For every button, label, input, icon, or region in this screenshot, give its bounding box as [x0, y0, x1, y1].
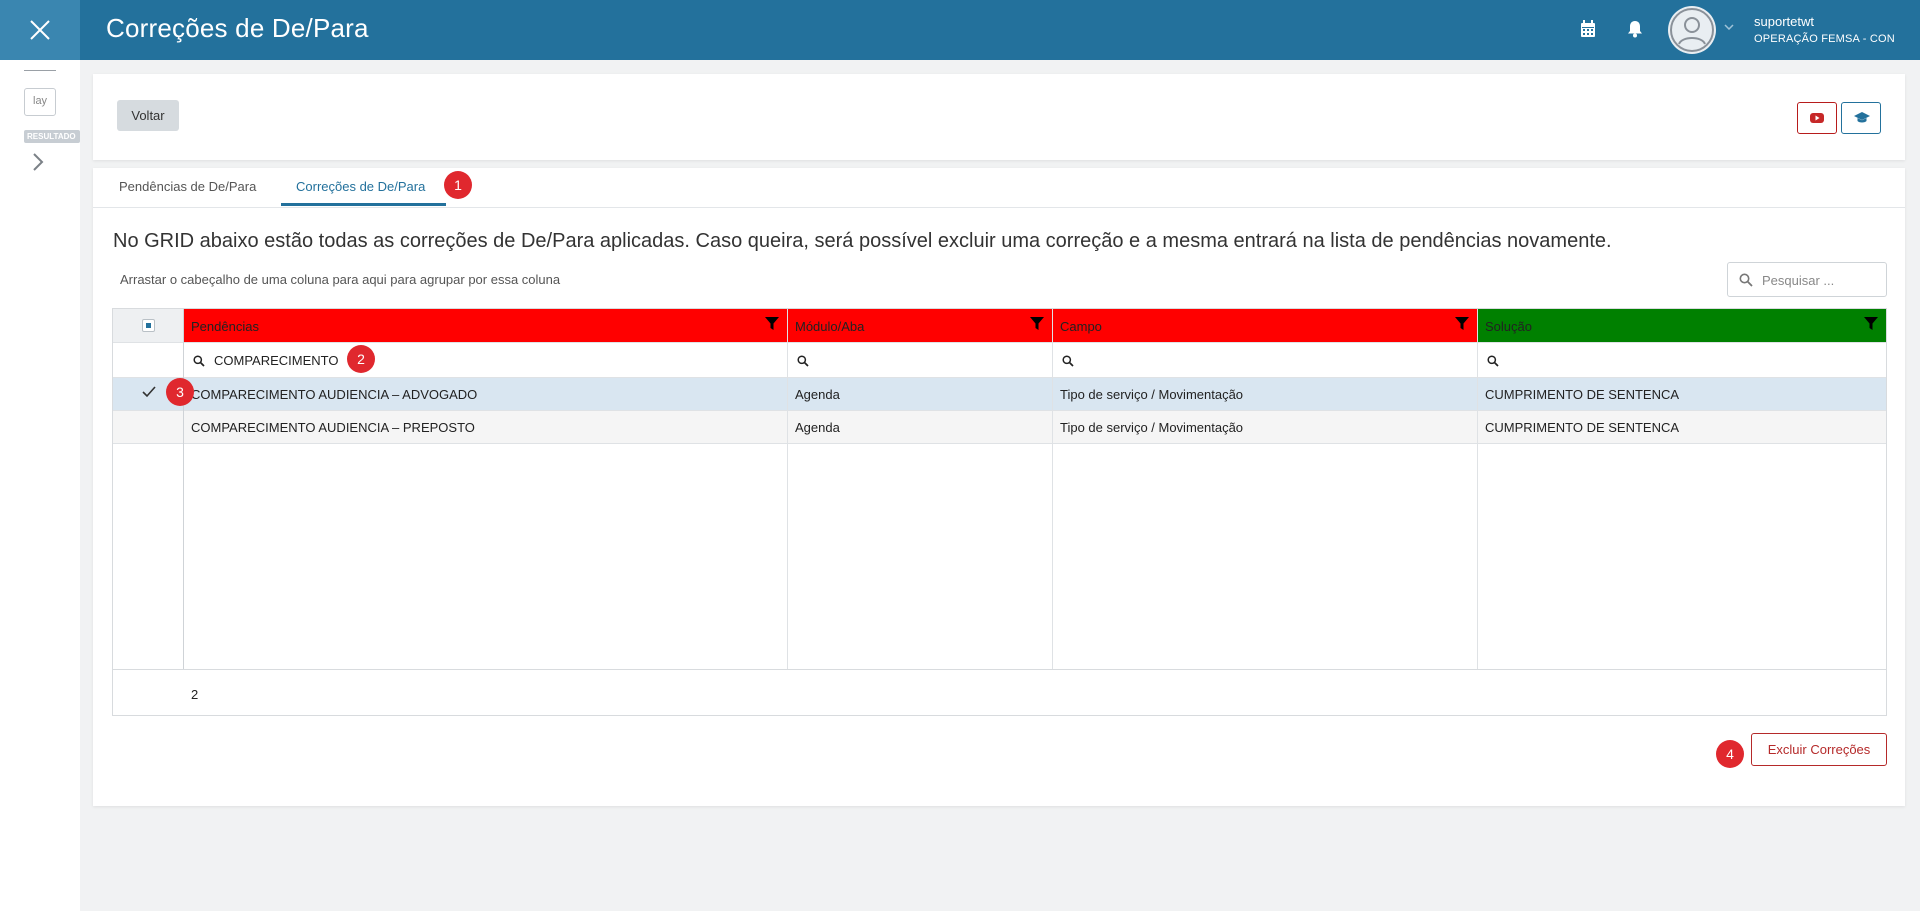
main-card: Pendências de De/Para Correções de De/Pa… — [93, 168, 1905, 806]
youtube-icon — [1810, 113, 1824, 123]
filter-cell-modulo[interactable] — [788, 343, 1052, 377]
delete-corrections-button[interactable]: Excluir Correções — [1751, 733, 1887, 766]
column-label: Campo — [1060, 319, 1102, 334]
filter-cell-solucao[interactable] — [1478, 343, 1886, 377]
chevron-down-icon[interactable] — [1724, 24, 1734, 30]
column-separator — [787, 309, 788, 669]
cell-campo: Tipo de serviço / Movimentação — [1060, 420, 1244, 435]
filter-cell-pendencias[interactable]: COMPARECIMENTO — [184, 343, 787, 377]
column-separator — [183, 309, 184, 669]
active-tab-indicator — [281, 203, 446, 206]
user-org: OPERAÇÃO FEMSA - CON — [1754, 33, 1895, 45]
table-row[interactable]: COMPARECIMENTO AUDIENCIA – PREPOSTO Agen… — [113, 411, 1886, 443]
top-header: Correções de De/Para suportetwt OPERAÇÃO… — [0, 0, 1920, 60]
search-icon — [797, 355, 809, 367]
grid-description: No GRID abaixo estão todas as correções … — [113, 230, 1612, 252]
tab-pendencias[interactable]: Pendências de De/Para — [119, 179, 256, 194]
video-help-button[interactable] — [1797, 102, 1837, 134]
cell-pendencia: COMPARECIMENTO AUDIENCIA – ADVOGADO — [191, 387, 478, 402]
row-count: 2 — [191, 687, 199, 702]
page-title: Correções de De/Para — [106, 13, 369, 43]
calendar-icon[interactable] — [1580, 20, 1596, 38]
avatar[interactable] — [1668, 6, 1716, 54]
toolbar-card: Voltar — [93, 74, 1905, 160]
column-label: Solução — [1485, 319, 1532, 334]
search-icon — [193, 355, 205, 367]
sidebar-result-badge: RESULTADO — [24, 130, 80, 143]
check-icon[interactable] — [142, 386, 156, 398]
filter-cell-campo[interactable] — [1053, 343, 1477, 377]
cell-pendencia: COMPARECIMENTO AUDIENCIA – PREPOSTO — [191, 420, 475, 435]
bell-icon[interactable] — [1627, 20, 1643, 38]
cell-solucao: CUMPRIMENTO DE SENTENCA — [1485, 387, 1680, 402]
search-icon — [1739, 273, 1753, 287]
close-icon — [30, 20, 50, 40]
tab-correcoes[interactable]: Correções de De/Para — [296, 179, 425, 194]
step-marker-1: 1 — [444, 171, 472, 199]
cell-campo: Tipo de serviço / Movimentação — [1060, 387, 1244, 402]
cell-solucao: CUMPRIMENTO DE SENTENCA — [1485, 420, 1680, 435]
select-all-checkbox[interactable] — [142, 319, 155, 332]
grid-divider — [113, 443, 1886, 444]
search-input[interactable]: Pesquisar ... — [1727, 262, 1887, 297]
close-button[interactable] — [0, 0, 80, 60]
column-header-campo[interactable]: Campo — [1053, 309, 1477, 342]
training-button[interactable] — [1841, 102, 1881, 134]
chevron-right-icon[interactable] — [32, 152, 44, 172]
data-grid: Pendências Módulo/Aba Campo Solução COMP… — [112, 308, 1887, 716]
step-marker-2: 2 — [347, 345, 375, 373]
filter-icon[interactable] — [1455, 317, 1469, 331]
user-name: suportetwt — [1754, 14, 1814, 29]
tab-bar: Pendências de De/Para Correções de De/Pa… — [93, 168, 1905, 208]
filter-icon[interactable] — [765, 317, 779, 331]
column-header-modulo[interactable]: Módulo/Aba — [788, 309, 1052, 342]
search-icon — [1487, 355, 1499, 367]
back-button[interactable]: Voltar — [117, 100, 179, 131]
cell-modulo: Agenda — [795, 387, 840, 402]
graduation-cap-icon — [1854, 112, 1870, 123]
search-icon — [1062, 355, 1074, 367]
sidebar-input[interactable]: lay — [24, 88, 56, 116]
step-marker-4: 4 — [1716, 740, 1744, 768]
column-separator — [1477, 309, 1478, 669]
filter-icon[interactable] — [1864, 317, 1878, 331]
sidebar: lay RESULTADO — [0, 60, 80, 911]
user-avatar-icon — [1670, 8, 1714, 52]
filter-value: COMPARECIMENTO — [214, 353, 339, 368]
column-header-solucao[interactable]: Solução — [1478, 309, 1886, 342]
search-placeholder: Pesquisar ... — [1762, 273, 1835, 288]
step-marker-3: 3 — [166, 378, 194, 406]
select-all-cell — [113, 309, 183, 342]
column-separator — [1052, 309, 1053, 669]
column-label: Módulo/Aba — [795, 319, 865, 334]
filter-icon[interactable] — [1030, 317, 1044, 331]
group-panel-hint[interactable]: Arrastar o cabeçalho de uma coluna para … — [120, 272, 560, 287]
column-header-pendencias[interactable]: Pendências — [184, 309, 787, 342]
table-row[interactable]: COMPARECIMENTO AUDIENCIA – ADVOGADO Agen… — [113, 378, 1886, 410]
sidebar-divider — [24, 70, 56, 71]
grid-footer-divider — [113, 669, 1886, 670]
cell-modulo: Agenda — [795, 420, 840, 435]
column-label: Pendências — [191, 319, 259, 334]
